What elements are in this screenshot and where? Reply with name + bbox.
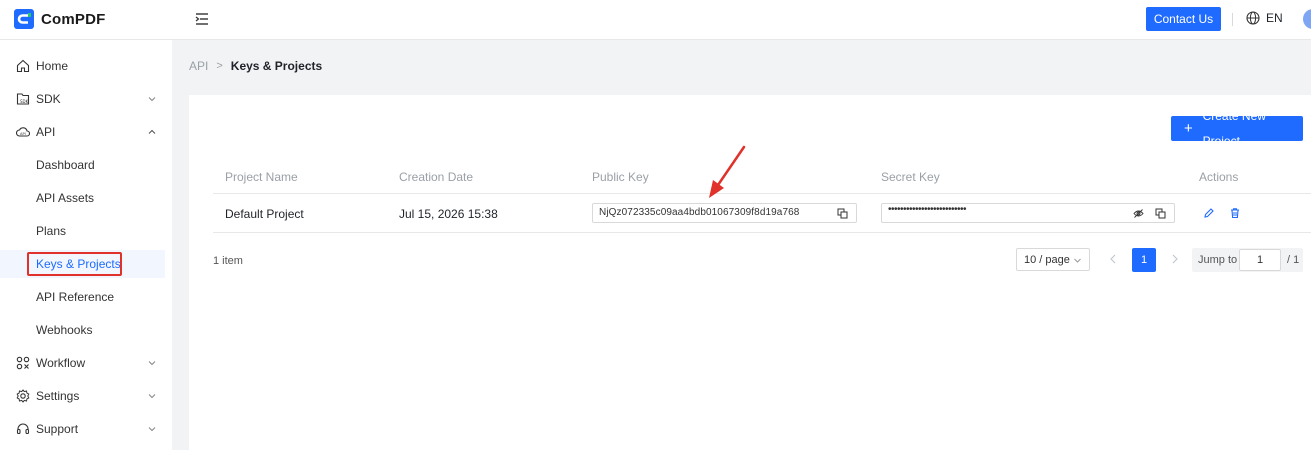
workflow-icon bbox=[16, 356, 30, 370]
sidebar-item-sdk[interactable]: SDK SDK bbox=[0, 85, 172, 113]
sidebar-subitem-dashboard[interactable]: Dashboard bbox=[0, 151, 165, 179]
public-key-field[interactable]: NjQz072335c09aa4bdb01067309f8d19a768 bbox=[592, 203, 857, 223]
language-selector[interactable]: EN bbox=[1246, 11, 1283, 25]
edit-icon[interactable] bbox=[1203, 207, 1215, 219]
chevron-down-icon bbox=[148, 97, 156, 102]
chevron-down-icon bbox=[1074, 258, 1081, 263]
sdk-icon: SDK bbox=[16, 93, 30, 105]
sidebar-item-label: Settings bbox=[36, 389, 80, 403]
eye-hidden-icon[interactable] bbox=[1133, 208, 1144, 219]
svg-text:API: API bbox=[20, 132, 26, 136]
sidebar-item-label: SDK bbox=[36, 92, 61, 106]
cloud-api-icon: API bbox=[16, 127, 30, 137]
breadcrumb-root[interactable]: API bbox=[189, 59, 208, 73]
sidebar-item-label: Workflow bbox=[36, 356, 86, 370]
brand-logo[interactable]: ComPDF bbox=[14, 9, 106, 29]
sidebar-item-label: API bbox=[36, 125, 56, 139]
header-divider bbox=[1232, 13, 1233, 26]
sidebar-item-label: Home bbox=[36, 59, 69, 73]
page-size-select[interactable]: 10 / page bbox=[1016, 248, 1090, 271]
column-header: Project Name bbox=[225, 170, 298, 184]
column-header: Creation Date bbox=[399, 170, 474, 184]
prev-page-icon[interactable] bbox=[1109, 254, 1117, 264]
total-count: 1 item bbox=[213, 255, 243, 267]
column-header: Secret Key bbox=[881, 170, 940, 184]
projects-card: + Create New Project Project Name Creati… bbox=[189, 95, 1311, 450]
delete-icon[interactable] bbox=[1229, 207, 1241, 219]
sidebar-item-label: Support bbox=[36, 422, 79, 436]
page-number-current[interactable]: 1 bbox=[1132, 248, 1156, 272]
highlight-box bbox=[27, 252, 122, 276]
headset-icon bbox=[16, 423, 30, 435]
sidebar-subitem-label: API Reference bbox=[36, 290, 115, 304]
svg-text:SDK: SDK bbox=[20, 99, 29, 104]
chevron-down-icon bbox=[148, 427, 156, 432]
sidebar-item-api[interactable]: API API bbox=[0, 118, 172, 146]
secret-key-value: •••••••••••••••••••••••••• bbox=[888, 204, 967, 215]
breadcrumb-current: Keys & Projects bbox=[230, 59, 323, 73]
column-header: Actions bbox=[1199, 170, 1239, 184]
sidebar-subitem-keys-projects[interactable]: Keys & Projects bbox=[0, 250, 165, 278]
compdf-logo-icon bbox=[14, 9, 34, 29]
column-header: Public Key bbox=[592, 170, 649, 184]
create-button-label: Create New Project bbox=[1202, 108, 1266, 148]
sidebar-item-support[interactable]: Support bbox=[0, 415, 172, 443]
sidebar-subitem-api-reference[interactable]: API Reference bbox=[0, 283, 165, 311]
sidebar-subitem-plans[interactable]: Plans bbox=[0, 217, 165, 245]
sidebar: Home SDK SDK API API Dashboard API Asset… bbox=[0, 40, 172, 450]
contact-us-button[interactable]: Contact Us bbox=[1146, 7, 1221, 31]
avatar[interactable] bbox=[1303, 9, 1311, 29]
chevron-down-icon bbox=[148, 394, 156, 399]
sidebar-subitem-webhooks[interactable]: Webhooks bbox=[0, 316, 165, 344]
table-header: Project Name Creation Date Public Key Se… bbox=[213, 161, 1311, 194]
gear-icon bbox=[16, 389, 30, 403]
table-row: Default Project Jul 15, 2026 15:38 NjQz0… bbox=[213, 194, 1311, 233]
sidebar-subitem-label: API Assets bbox=[36, 191, 95, 205]
chevron-up-icon bbox=[148, 129, 156, 134]
jump-to-page: Jump to 1 / 1 bbox=[1192, 248, 1303, 272]
sidebar-subitem-api-assets[interactable]: API Assets bbox=[0, 184, 165, 212]
sidebar-subitem-label: Webhooks bbox=[36, 323, 93, 337]
sidebar-item-settings[interactable]: Settings bbox=[0, 382, 172, 410]
sidebar-item-workflow[interactable]: Workflow bbox=[0, 349, 172, 377]
jump-label: Jump to bbox=[1198, 254, 1238, 266]
sidebar-subitem-label: Dashboard bbox=[36, 158, 95, 172]
sidebar-item-home[interactable]: Home bbox=[0, 52, 172, 80]
top-bar: ComPDF Contact Us EN bbox=[0, 0, 1311, 40]
menu-fold-icon[interactable] bbox=[195, 12, 209, 26]
language-label: EN bbox=[1266, 11, 1283, 25]
total-pages: / 1 bbox=[1287, 254, 1300, 266]
public-key-value: NjQz072335c09aa4bdb01067309f8d19a768 bbox=[599, 207, 800, 218]
brand-name: ComPDF bbox=[41, 10, 106, 28]
sidebar-subitem-label: Plans bbox=[36, 224, 67, 238]
creation-date-cell: Jul 15, 2026 15:38 bbox=[399, 207, 498, 221]
next-page-icon[interactable] bbox=[1171, 254, 1179, 264]
chevron-down-icon bbox=[148, 361, 156, 366]
home-icon bbox=[16, 59, 30, 73]
globe-icon bbox=[1246, 11, 1260, 25]
page-size-value: 10 / page bbox=[1024, 254, 1070, 266]
plus-icon: + bbox=[1184, 119, 1193, 137]
secret-key-field[interactable]: •••••••••••••••••••••••••• bbox=[881, 203, 1175, 223]
breadcrumb-separator-icon: > bbox=[216, 60, 223, 72]
copy-icon[interactable] bbox=[1155, 208, 1166, 219]
project-name-cell: Default Project bbox=[225, 207, 304, 221]
copy-icon[interactable] bbox=[837, 208, 848, 219]
jump-page-input[interactable]: 1 bbox=[1239, 249, 1281, 271]
breadcrumb: API > Keys & Projects bbox=[189, 59, 322, 73]
create-new-project-button[interactable]: + Create New Project bbox=[1171, 109, 1303, 148]
